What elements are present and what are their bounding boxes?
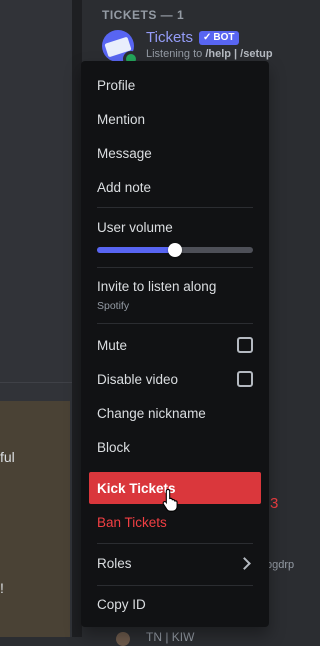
chat-divider: [0, 382, 72, 383]
menu-item-mute[interactable]: Mute: [89, 329, 261, 361]
menu-item-label: Copy ID: [97, 596, 146, 612]
menu-item-label: Roles: [97, 555, 132, 571]
checkbox-icon[interactable]: [237, 371, 253, 387]
menu-item-invite-to-listen[interactable]: Invite to listen along Spotify: [97, 279, 216, 312]
menu-item-label: Add note: [97, 179, 152, 195]
menu-item-label: Disable video: [97, 371, 179, 387]
user-volume-label: User volume: [97, 220, 173, 235]
volume-slider-knob[interactable]: [168, 243, 182, 257]
menu-item-sublabel: Spotify: [97, 300, 130, 312]
menu-item-roles[interactable]: Roles: [89, 547, 261, 579]
bot-badge: ✓ BOT: [199, 31, 239, 45]
activity-detail: /help | /setup: [205, 48, 273, 60]
chat-area: ful !: [0, 0, 72, 637]
menu-item-label: Mute: [97, 337, 128, 353]
chevron-right-icon: [238, 556, 251, 570]
chat-text-fragment: !: [0, 580, 4, 596]
menu-item-disable-video[interactable]: Disable video: [89, 363, 261, 395]
menu-item-profile[interactable]: Profile: [89, 69, 261, 101]
menu-separator: [97, 323, 253, 324]
menu-item-change-nickname[interactable]: Change nickname: [89, 397, 261, 429]
member-activity: Listening to /help | /setup: [146, 48, 273, 60]
menu-separator: [97, 585, 253, 586]
bot-badge-label: BOT: [213, 32, 235, 43]
menu-item-label: Change nickname: [97, 405, 206, 421]
menu-item-label: Block: [97, 439, 131, 455]
user-volume-slider[interactable]: [97, 243, 253, 257]
member-list-header: TICKETS — 1: [102, 8, 185, 22]
menu-item-label: Ban Tickets: [97, 514, 167, 530]
message-embed: [0, 401, 70, 637]
menu-separator: [97, 543, 253, 544]
menu-separator: [97, 267, 253, 268]
menu-item-label: Invite to listen along: [97, 279, 217, 294]
chat-text-fragment: ful: [0, 449, 15, 465]
activity-prefix: Listening to: [146, 48, 206, 60]
user-context-menu: Profile Mention Message Add note User vo…: [81, 61, 269, 627]
menu-separator: [97, 207, 253, 208]
menu-item-message[interactable]: Message: [89, 137, 261, 169]
verified-check-icon: ✓: [203, 32, 212, 43]
member-fragment: bgdrp: [266, 559, 295, 571]
menu-item-label: Message: [97, 145, 152, 161]
menu-item-block[interactable]: Block: [89, 431, 261, 463]
menu-item-mention[interactable]: Mention: [89, 103, 261, 135]
volume-slider-fill: [97, 247, 175, 253]
checkbox-icon[interactable]: [237, 337, 253, 353]
member-name[interactable]: Tickets: [146, 29, 193, 46]
menu-item-label: Mention: [97, 111, 146, 127]
member-fragment: TN | KIW: [146, 630, 195, 644]
menu-item-label: Profile: [97, 77, 136, 93]
avatar[interactable]: [116, 632, 130, 646]
menu-item-add-note[interactable]: Add note: [89, 171, 261, 203]
menu-item-copy-id[interactable]: Copy ID: [89, 588, 261, 620]
member-fragment: 3: [270, 495, 279, 512]
hand-cursor-icon: [162, 488, 178, 512]
